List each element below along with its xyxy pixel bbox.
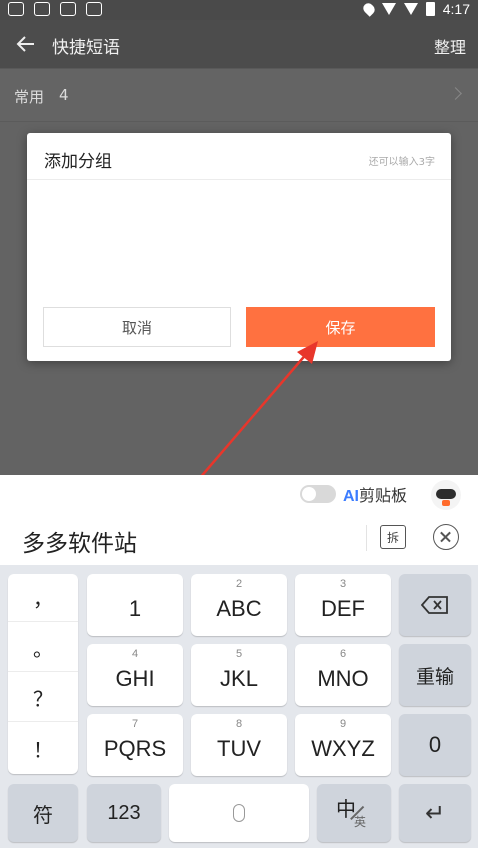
key-number: 5 (235, 648, 243, 660)
key-number: 4 (131, 648, 139, 660)
battery-icon (425, 2, 435, 16)
key-pqrs[interactable]: 7 PQRS (87, 714, 183, 776)
key-wxyz[interactable]: 9 WXYZ (295, 714, 391, 776)
ai-label: AI (343, 488, 359, 505)
key-ghi[interactable]: 4 GHI (87, 644, 183, 706)
back-arrow-icon[interactable] (14, 32, 38, 56)
space-key[interactable] (169, 784, 309, 842)
app-bar: 快捷短语 整理 (0, 20, 478, 68)
key-number: 2 (235, 578, 243, 590)
cancel-button[interactable]: 取消 (43, 307, 231, 347)
app-a-icon (86, 2, 102, 16)
save-button[interactable]: 保存 (246, 307, 435, 347)
add-group-dialog: 添加分组 还可以输入3字 取消 保存 (27, 133, 451, 361)
english-label: 英 (354, 815, 367, 829)
signal-icon (403, 3, 418, 15)
language-switch-key[interactable]: 中 英 (317, 784, 391, 842)
divider (27, 179, 451, 180)
group-list-item[interactable]: 常用 4 (0, 68, 478, 122)
paw-app-icon (8, 2, 24, 16)
key-label: PQRS (103, 736, 167, 761)
mascot-icon[interactable] (431, 480, 461, 510)
key-def[interactable]: 3 DEF (295, 574, 391, 636)
key-label: JKL (220, 666, 258, 691)
status-time: 4:17 (442, 1, 470, 17)
keyboard-toolbar: AI剪贴板 多多软件站 拆 (0, 475, 478, 565)
ai-clipboard-toggle[interactable] (300, 485, 336, 503)
group-count: 4 (59, 86, 69, 104)
status-bar: 4:17 (0, 0, 478, 20)
backspace-key[interactable] (399, 574, 471, 636)
retype-key[interactable]: 重输 (399, 644, 471, 706)
key-label: ABC (216, 596, 262, 621)
key-number: 8 (235, 718, 243, 730)
char-limit-hint: 还可以输入3字 (368, 157, 435, 168)
close-circle-icon[interactable] (433, 524, 459, 550)
ai-clipboard-label[interactable]: AI剪贴板 (343, 482, 407, 506)
key-1[interactable]: 1 (87, 574, 183, 636)
key-label: MNO (317, 666, 369, 691)
key-abc[interactable]: 2 ABC (191, 574, 287, 636)
key-label: TUV (217, 736, 261, 761)
zero-key[interactable]: 0 (399, 714, 471, 776)
wifi-icon (381, 3, 396, 15)
microphone-icon (233, 804, 245, 822)
arrange-button[interactable]: 整理 (434, 34, 466, 58)
chevron-right-icon (449, 87, 462, 100)
keyboard: ， 。 ？ ！ 1 2 ABC 3 DEF 4 GHI 5 JKL 6 MNO … (0, 565, 478, 848)
enter-icon: ↵ (424, 799, 446, 827)
enter-key[interactable]: ↵ (399, 784, 471, 842)
key-number: 7 (131, 718, 139, 730)
page-title: 快捷短语 (52, 38, 120, 58)
punct-key[interactable]: ？ (8, 674, 78, 722)
divider (366, 525, 367, 551)
key-number: 3 (339, 578, 347, 590)
notification-icons (8, 2, 102, 16)
key-label: GHI (115, 666, 155, 691)
punct-key[interactable]: ， (8, 574, 78, 622)
settings-icon (60, 2, 76, 16)
split-icon[interactable]: 拆 (380, 525, 406, 549)
punct-key[interactable]: ！ (8, 724, 78, 772)
candidate-word[interactable]: 多多软件站 (22, 524, 137, 558)
key-label: DEF (321, 596, 365, 621)
key-number: 9 (339, 718, 347, 730)
group-name-input[interactable] (44, 193, 434, 313)
clipboard-label: 剪贴板 (359, 486, 408, 505)
group-name: 常用 (14, 88, 45, 106)
dialog-title: 添加分组 (44, 152, 112, 172)
punctuation-column[interactable]: ， 。 ？ ！ (8, 574, 78, 774)
symbol-key[interactable]: 符 (8, 784, 78, 842)
key-jkl[interactable]: 5 JKL (191, 644, 287, 706)
key-label: 1 (128, 596, 142, 621)
punct-key[interactable]: 。 (8, 624, 78, 672)
key-number: 6 (339, 648, 347, 660)
key-mno[interactable]: 6 MNO (295, 644, 391, 706)
keyboard-icon (34, 2, 50, 16)
number-mode-key[interactable]: 123 (87, 784, 161, 842)
backspace-icon (421, 596, 448, 614)
key-tuv[interactable]: 8 TUV (191, 714, 287, 776)
key-label: WXYZ (311, 736, 375, 761)
location-icon (360, 1, 377, 17)
